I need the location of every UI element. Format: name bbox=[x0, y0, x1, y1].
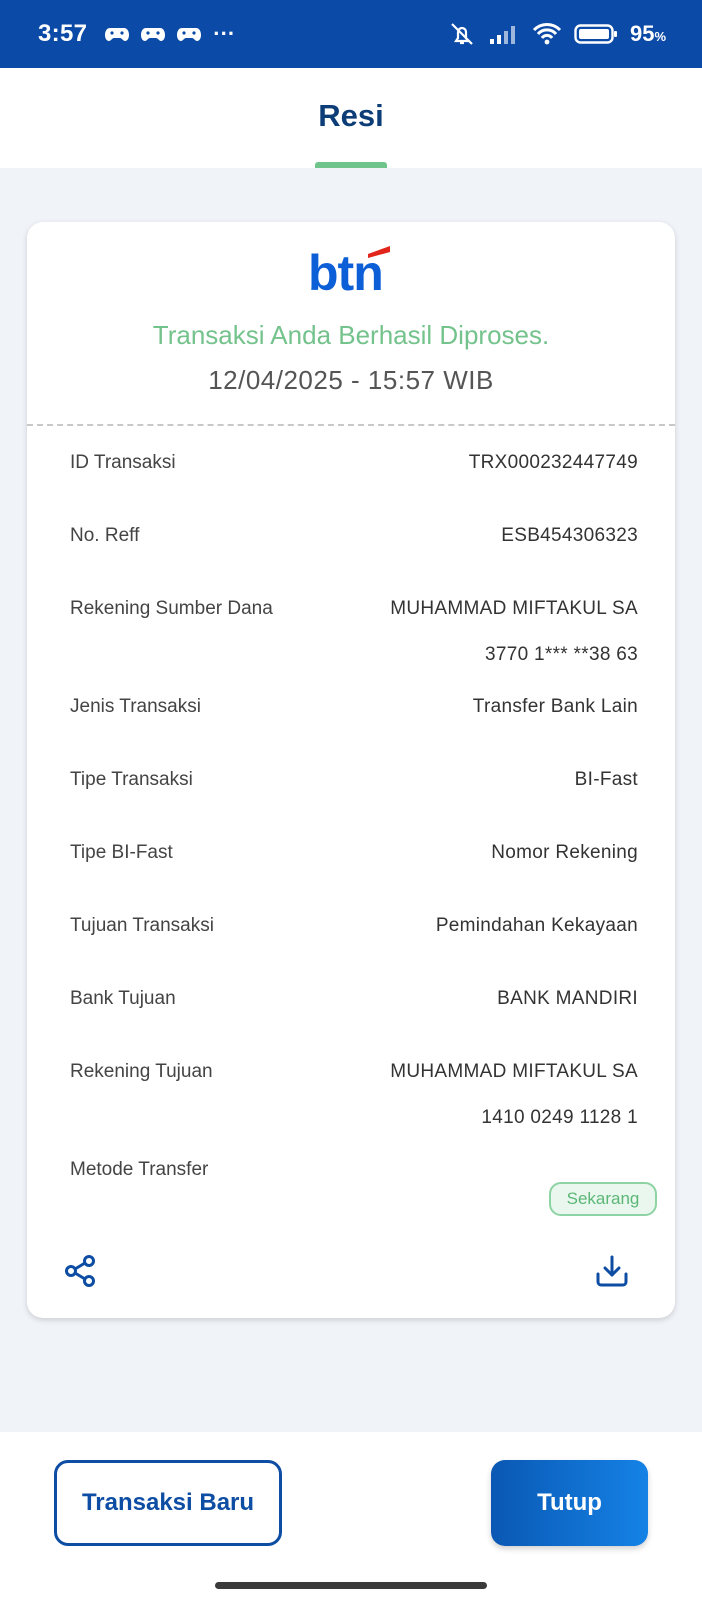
status-left: 3:57 ··· bbox=[38, 20, 235, 48]
label-destination-account: Rekening Tujuan bbox=[70, 1061, 213, 1082]
value-destination-account-number: 1410 0249 1128 1 bbox=[481, 1107, 638, 1128]
label-destination-bank: Bank Tujuan bbox=[70, 988, 176, 1009]
value-transaction-id: TRX000232447749 bbox=[468, 452, 638, 473]
transaction-datetime: 12/04/2025 - 15:57 WIB bbox=[208, 365, 494, 395]
value-destination-account-name: MUHAMMAD MIFTAKUL SA bbox=[390, 1061, 638, 1082]
more-notifications-icon: ··· bbox=[213, 21, 236, 46]
game-controller-icon bbox=[141, 25, 166, 43]
status-right: 95% bbox=[448, 21, 666, 47]
new-transaction-button[interactable]: Transaksi Baru bbox=[54, 1460, 282, 1546]
tab-indicator bbox=[315, 162, 387, 168]
share-icon[interactable] bbox=[63, 1254, 97, 1293]
svg-text:btn: btn bbox=[308, 245, 383, 294]
battery-icon bbox=[574, 23, 618, 45]
bottom-action-bar: Transaksi Baru Tutup bbox=[0, 1432, 702, 1600]
close-button[interactable]: Tutup bbox=[491, 1460, 648, 1546]
value-source-account-name: MUHAMMAD MIFTAKUL SA bbox=[390, 598, 638, 619]
label-transaction-id: ID Transaksi bbox=[70, 452, 176, 473]
app-header: Resi bbox=[0, 68, 702, 168]
receipt-card: btn Transaksi Anda Berhasil Diproses. 12… bbox=[27, 222, 675, 1318]
value-destination-bank: BANK MANDIRI bbox=[497, 988, 638, 1009]
value-bifast-type: Nomor Rekening bbox=[491, 842, 638, 863]
status-bar: 3:57 ··· 95% bbox=[0, 0, 702, 68]
alarm-off-icon bbox=[448, 21, 476, 47]
transfer-method-badge: Sekarang bbox=[549, 1182, 657, 1216]
value-transaction-purpose: Pemindahan Kekayaan bbox=[435, 915, 638, 936]
label-source-account: Rekening Sumber Dana bbox=[70, 598, 273, 619]
page-title: Resi bbox=[318, 98, 384, 133]
btn-logo: btn bbox=[27, 244, 675, 301]
home-indicator[interactable] bbox=[215, 1582, 487, 1589]
dashed-divider bbox=[27, 424, 675, 426]
wifi-icon bbox=[532, 22, 562, 46]
game-controller-icon bbox=[105, 25, 130, 43]
download-icon[interactable] bbox=[595, 1254, 629, 1293]
label-transaction-purpose: Tujuan Transaksi bbox=[70, 915, 214, 936]
game-controller-icon bbox=[177, 25, 202, 43]
signal-icon bbox=[488, 23, 520, 45]
value-reference-no: ESB454306323 bbox=[501, 525, 638, 546]
battery-level: 95% bbox=[629, 21, 666, 46]
label-transfer-method: Metode Transfer bbox=[70, 1159, 209, 1180]
value-transaction-type: BI-Fast bbox=[574, 769, 638, 790]
value-transaction-kind: Transfer Bank Lain bbox=[472, 696, 638, 717]
success-message: Transaksi Anda Berhasil Diproses. bbox=[152, 320, 550, 350]
label-reference-no: No. Reff bbox=[70, 525, 140, 546]
label-transaction-kind: Jenis Transaksi bbox=[70, 696, 201, 717]
value-source-account-number: 3770 1*** **38 63 bbox=[484, 644, 638, 665]
label-transaction-type: Tipe Transaksi bbox=[70, 769, 193, 790]
label-bifast-type: Tipe BI-Fast bbox=[70, 842, 173, 863]
status-time: 3:57 bbox=[38, 20, 88, 47]
